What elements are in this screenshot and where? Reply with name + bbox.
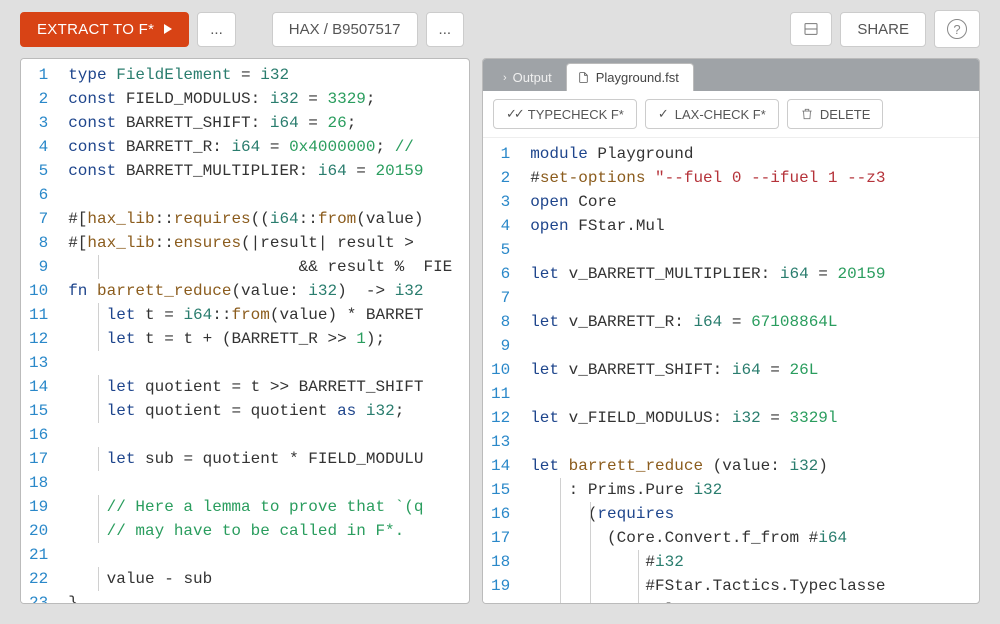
layout-split-icon bbox=[803, 21, 819, 37]
extract-button[interactable]: EXTRACT TO F* bbox=[20, 12, 189, 47]
extract-more-button[interactable]: ... bbox=[197, 12, 236, 47]
laxcheck-button[interactable]: ✓ LAX-CHECK F* bbox=[645, 99, 779, 129]
play-icon bbox=[164, 24, 172, 34]
double-check-icon: ✓✓ bbox=[506, 106, 522, 122]
left-editor[interactable]: 1234567891011121314151617181920212223 ty… bbox=[21, 59, 469, 603]
typecheck-button[interactable]: ✓✓ TYPECHECK F* bbox=[493, 99, 637, 129]
breadcrumb-label: HAX / B9507517 bbox=[289, 21, 401, 38]
share-button[interactable]: SHARE bbox=[840, 12, 926, 47]
chevron-right-icon: › bbox=[503, 72, 507, 84]
right-gutter: 123456789101112131415161718192021 bbox=[483, 138, 522, 603]
breadcrumb-more-button[interactable]: ... bbox=[426, 12, 465, 47]
tab-output[interactable]: › Output bbox=[493, 64, 566, 91]
left-gutter: 1234567891011121314151617181920212223 bbox=[21, 59, 60, 603]
trash-icon bbox=[800, 107, 814, 121]
right-editor[interactable]: 123456789101112131415161718192021 module… bbox=[483, 138, 979, 603]
left-code[interactable]: type FieldElement = i32const FIELD_MODUL… bbox=[60, 59, 469, 603]
layout-button[interactable] bbox=[790, 12, 832, 46]
tab-playground[interactable]: Playground.fst bbox=[566, 63, 694, 91]
left-panel: 1234567891011121314151617181920212223 ty… bbox=[20, 58, 470, 604]
check-icon: ✓ bbox=[658, 106, 669, 122]
panels: 1234567891011121314151617181920212223 ty… bbox=[0, 58, 1000, 624]
extract-label: EXTRACT TO F* bbox=[37, 21, 154, 38]
right-code[interactable]: module Playground#set-options "--fuel 0 … bbox=[522, 138, 979, 603]
help-icon: ? bbox=[947, 19, 967, 39]
top-toolbar: EXTRACT TO F* ... HAX / B9507517 ... SHA… bbox=[0, 0, 1000, 58]
right-tabbar: › Output Playground.fst bbox=[483, 59, 979, 91]
help-button[interactable]: ? bbox=[934, 10, 980, 48]
file-icon bbox=[577, 71, 590, 84]
breadcrumb-button[interactable]: HAX / B9507517 bbox=[272, 12, 418, 47]
right-panel: › Output Playground.fst ✓✓ TYPECHECK F* … bbox=[482, 58, 980, 604]
delete-button[interactable]: DELETE bbox=[787, 99, 884, 129]
right-toolbar: ✓✓ TYPECHECK F* ✓ LAX-CHECK F* DELETE bbox=[483, 91, 979, 138]
